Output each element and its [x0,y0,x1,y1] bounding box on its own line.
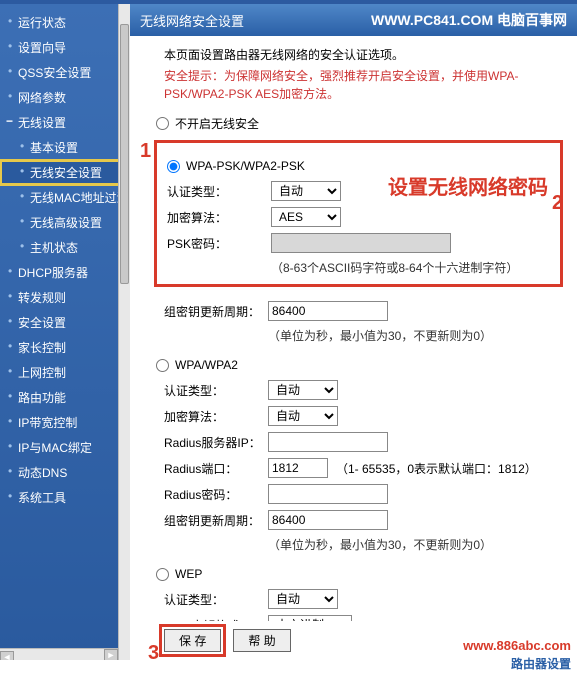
wpa-enc-select[interactable]: 自动 [268,406,338,426]
group-key-hint: （单位为秒，最小值为30，不更新则为0） [268,327,563,344]
radius-ip-label: Radius服务器IP： [164,434,268,451]
sidebar-item-6[interactable]: 无线安全设置 [0,160,130,185]
wpa-group-input[interactable] [268,510,388,530]
watermark-url: www.886abc.com [463,638,571,653]
wpa-auth-select[interactable]: 自动 [268,380,338,400]
psk-label: PSK密码： [167,235,271,252]
scroll-left-icon[interactable]: ◄ [0,651,14,660]
enc-alg-select[interactable]: AES [271,207,341,227]
radio-wep[interactable] [156,568,169,581]
psk-hint: （8-63个ASCII码字符或8-64个十六进制字符） [271,259,550,276]
radio-none-label: 不开启无线安全 [175,115,259,132]
security-tip: 安全提示：为保障网络安全，强烈推荐开启安全设置，并使用WPA-PSK/WPA2-… [164,67,563,103]
sidebar-scroll-horizontal[interactable]: ◄ ► [0,648,118,660]
radio-wpapsk-label: WPA-PSK/WPA2-PSK [186,159,305,173]
group-key-label: 组密钥更新周期： [164,303,268,320]
watermark-text: 路由器设置 [511,655,571,672]
sidebar: 运行状态设置向导QSS安全设置网络参数无线设置基本设置无线安全设置无线MAC地址… [0,4,130,660]
wpa-enc-label: 加密算法： [164,408,268,425]
sidebar-item-2[interactable]: QSS安全设置 [0,60,130,85]
auth-type-label: 认证类型： [167,183,271,200]
radius-port-hint: （1- 65535，0表示默认端口：1812） [336,460,537,477]
wpapsk-section-highlight: WPA-PSK/WPA2-PSK 认证类型： 自动 加密算法： AES PSK密… [154,140,563,287]
sidebar-item-3[interactable]: 网络参数 [0,85,130,110]
brand-watermark: WWW.PC841.COM 电脑百事网 [371,10,567,30]
radius-ip-input[interactable] [268,432,388,452]
sidebar-item-7[interactable]: 无线MAC地址过滤 [0,185,130,210]
sidebar-item-1[interactable]: 设置向导 [0,35,130,60]
wep-auth-select[interactable]: 自动 [268,589,338,609]
sidebar-item-17[interactable]: IP与MAC绑定 [0,435,130,460]
sidebar-item-16[interactable]: IP带宽控制 [0,410,130,435]
radio-wep-label: WEP [175,567,202,581]
wep-fmt-label: WEP密钥格式： [164,617,268,622]
radius-pwd-input[interactable] [268,484,388,504]
titlebar: 无线网络安全设置 WWW.PC841.COM 电脑百事网 [130,4,577,36]
wep-fmt-select[interactable]: 十六进制 [268,615,352,621]
main-panel: 无线网络安全设置 WWW.PC841.COM 电脑百事网 本页面设置路由器无线网… [130,4,577,660]
radius-port-label: Radius端口： [164,460,268,477]
radio-wpapsk[interactable] [167,160,180,173]
save-button[interactable]: 保 存 [164,629,221,652]
sidebar-item-11[interactable]: 转发规则 [0,285,130,310]
sidebar-scroll-vertical[interactable] [118,4,130,660]
scroll-right-icon[interactable]: ► [104,649,118,660]
help-button[interactable]: 帮 助 [233,629,290,652]
radius-pwd-label: Radius密码： [164,486,268,503]
sidebar-item-8[interactable]: 无线高级设置 [0,210,130,235]
radio-wpa-label: WPA/WPA2 [175,358,238,372]
content-area: 本页面设置路由器无线网络的安全认证选项。 安全提示：为保障网络安全，强烈推荐开启… [130,36,577,621]
sidebar-item-14[interactable]: 上网控制 [0,360,130,385]
page-title: 无线网络安全设置 [140,11,244,30]
radio-wpa[interactable] [156,359,169,372]
sidebar-item-0[interactable]: 运行状态 [0,10,130,35]
sidebar-item-9[interactable]: 主机状态 [0,235,130,260]
sidebar-item-4[interactable]: 无线设置 [0,110,130,135]
auth-type-select[interactable]: 自动 [271,181,341,201]
sidebar-item-5[interactable]: 基本设置 [0,135,130,160]
sidebar-item-10[interactable]: DHCP服务器 [0,260,130,285]
radio-none[interactable] [156,117,169,130]
sidebar-item-18[interactable]: 动态DNS [0,460,130,485]
wpa-group-hint: （单位为秒，最小值为30，不更新则为0） [268,536,563,553]
enc-alg-label: 加密算法： [167,209,271,226]
psk-input[interactable] [271,233,451,253]
scroll-thumb[interactable] [120,24,129,284]
intro-text: 本页面设置路由器无线网络的安全认证选项。 [164,46,563,63]
radius-port-input[interactable] [268,458,328,478]
group-key-input[interactable] [268,301,388,321]
wep-auth-label: 认证类型： [164,591,268,608]
sidebar-item-19[interactable]: 系统工具 [0,485,130,510]
sidebar-item-15[interactable]: 路由功能 [0,385,130,410]
wpa-group-label: 组密钥更新周期： [164,512,268,529]
sidebar-item-13[interactable]: 家长控制 [0,335,130,360]
wpa-auth-label: 认证类型： [164,382,268,399]
sidebar-item-12[interactable]: 安全设置 [0,310,130,335]
